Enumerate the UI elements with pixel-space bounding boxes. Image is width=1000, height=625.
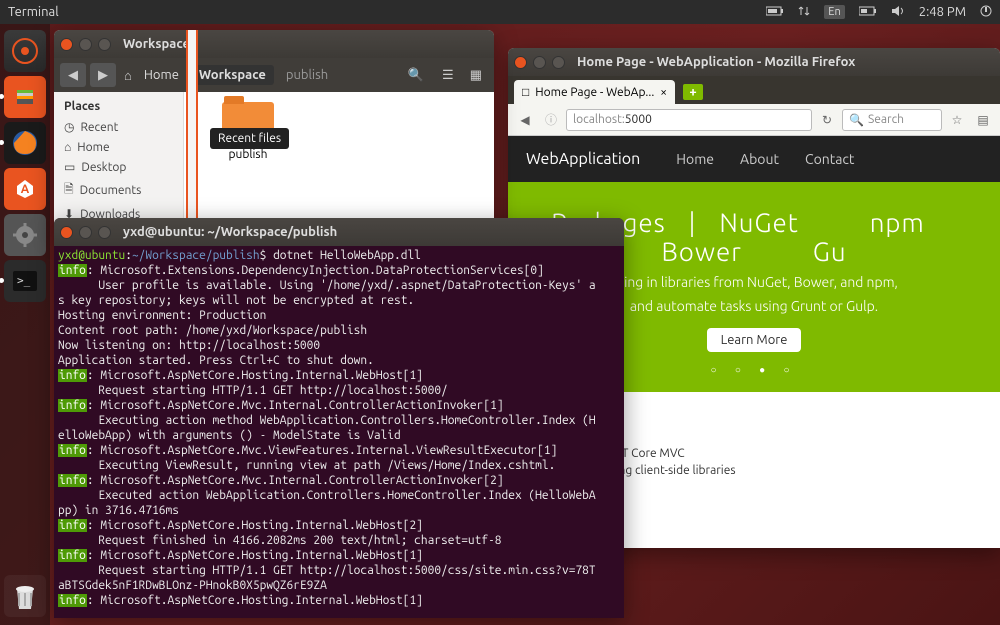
crumb-publish[interactable]: publish <box>278 65 336 85</box>
site-navbar: WebApplication Home About Contact <box>508 136 1000 182</box>
close-icon[interactable] <box>60 38 73 51</box>
files-titlebar[interactable]: Workspace <box>54 30 494 58</box>
svg-text:>_: >_ <box>17 274 31 287</box>
files-content[interactable]: publish <box>198 92 494 230</box>
new-tab-button[interactable]: + <box>683 84 703 100</box>
terminal-window: yxd@ubuntu: ~/Workspace/publish yxd@ubun… <box>54 218 624 618</box>
settings-icon[interactable] <box>4 214 46 256</box>
place-documents[interactable]: 🗎Documents <box>54 177 183 204</box>
trash-icon[interactable] <box>4 575 46 617</box>
svg-text:A: A <box>21 183 30 196</box>
crumb-home[interactable]: Home <box>136 65 187 85</box>
tab-label: Home Page - WebAp... <box>535 86 654 99</box>
nav-about[interactable]: About <box>740 151 779 167</box>
back-button[interactable]: ◀ <box>514 109 536 131</box>
minimize-icon[interactable] <box>533 56 546 69</box>
firefox-titlebar[interactable]: Home Page - WebApplication - Mozilla Fir… <box>508 48 1000 76</box>
places-header: Places <box>54 98 183 117</box>
site-brand[interactable]: WebApplication <box>526 150 640 168</box>
url-input[interactable]: localhost:5000 <box>566 109 812 131</box>
power-icon[interactable] <box>859 5 877 19</box>
terminal-icon[interactable]: >_ <box>4 260 46 302</box>
network-icon[interactable] <box>798 5 810 20</box>
maximize-icon[interactable] <box>98 226 111 239</box>
maximize-icon[interactable] <box>98 38 111 51</box>
folder-label: publish <box>212 148 284 161</box>
tab-favicon: □ <box>522 85 529 99</box>
place-home[interactable]: ⌂Home <box>54 137 183 157</box>
nav-contact[interactable]: Contact <box>805 151 854 167</box>
home-icon[interactable]: ⌂ <box>124 68 132 83</box>
search-icon[interactable]: 🔍 <box>408 68 424 83</box>
place-desktop[interactable]: ▭Desktop <box>54 157 183 177</box>
grid-view-icon[interactable]: ▦ <box>470 68 482 83</box>
place-icon: ▭ <box>64 160 75 174</box>
firefox-icon[interactable] <box>4 122 46 164</box>
clock[interactable]: 2:48 PM <box>919 5 966 19</box>
place-icon: ◷ <box>64 120 74 134</box>
tab-strip: □ Home Page - WebAp... × + <box>508 76 1000 104</box>
bookmark-icon[interactable]: ☆ <box>946 109 968 131</box>
unity-launcher: A >_ <box>0 24 50 625</box>
crumb-workspace[interactable]: Workspace <box>191 65 274 85</box>
close-icon[interactable] <box>60 226 73 239</box>
scrollbar[interactable] <box>186 30 198 230</box>
search-input[interactable]: 🔍Search <box>842 109 942 131</box>
reload-button[interactable]: ↻ <box>816 109 838 131</box>
session-icon[interactable] <box>980 5 992 20</box>
place-icon: ⌂ <box>64 140 71 154</box>
battery-icon[interactable] <box>766 5 784 19</box>
learn-more-button[interactable]: Learn More <box>707 328 802 352</box>
nav-home[interactable]: Home <box>676 151 714 167</box>
files-icon[interactable] <box>4 76 46 118</box>
volume-icon[interactable] <box>891 5 905 20</box>
files-sidebar: Places ◷Recent⌂Home▭Desktop🗎Documents⬇Do… <box>54 92 184 230</box>
minimize-icon[interactable] <box>79 226 92 239</box>
terminal-output[interactable]: yxd@ubuntu:~/Workspace/publish$ dotnet H… <box>54 246 624 618</box>
list-view-icon[interactable]: ☰ <box>442 68 454 83</box>
back-button[interactable]: ◀ <box>60 63 86 87</box>
app-title: Terminal <box>8 5 59 19</box>
firefox-title: Home Page - WebApplication - Mozilla Fir… <box>577 55 855 69</box>
close-icon[interactable] <box>514 56 527 69</box>
dash-icon[interactable] <box>4 30 46 72</box>
tab-close-icon[interactable]: × <box>660 86 667 99</box>
place-recent[interactable]: ◷Recent <box>54 117 183 137</box>
files-title: Workspace <box>123 37 190 51</box>
maximize-icon[interactable] <box>552 56 565 69</box>
minimize-icon[interactable] <box>79 38 92 51</box>
files-toolbar: ◀ ▶ ⌂ Home Workspace publish 🔍 ☰ ▦ <box>54 58 494 92</box>
terminal-title: yxd@ubuntu: ~/Workspace/publish <box>123 225 337 239</box>
lang-indicator[interactable]: En <box>824 5 844 19</box>
software-center-icon[interactable]: A <box>4 168 46 210</box>
forward-button[interactable]: ▶ <box>90 63 116 87</box>
browser-tab[interactable]: □ Home Page - WebAp... × <box>514 80 675 104</box>
library-icon[interactable]: ▤ <box>972 109 994 131</box>
top-menu-bar: Terminal En 2:48 PM <box>0 0 1000 24</box>
identity-icon[interactable]: ⓘ <box>540 109 562 131</box>
terminal-titlebar[interactable]: yxd@ubuntu: ~/Workspace/publish <box>54 218 624 246</box>
url-toolbar: ◀ ⓘ localhost:5000 ↻ 🔍Search ☆ ▤ <box>508 104 1000 136</box>
tooltip: Recent files <box>210 128 289 149</box>
place-icon: 🗎 <box>64 180 74 201</box>
